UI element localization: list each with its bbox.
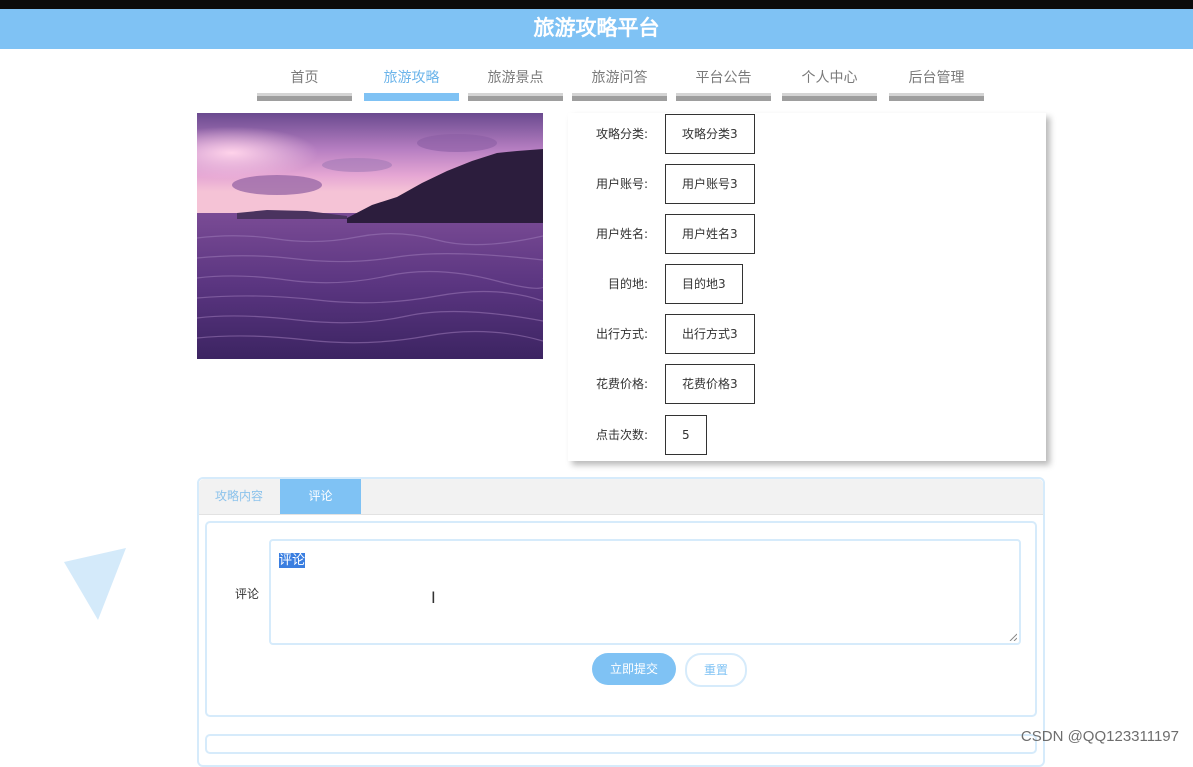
comment-textarea[interactable]: 评论 — [269, 539, 1021, 645]
decorative-triangle-icon — [64, 548, 126, 620]
field-value: 攻略分类3 — [665, 114, 755, 154]
guide-details-panel: 攻略分类: 攻略分类3 用户账号: 用户账号3 用户姓名: 用户姓名3 目的地:… — [568, 113, 1046, 461]
watermark: CSDN @QQ123311197 — [1020, 728, 1179, 745]
guide-cover-image — [197, 113, 543, 359]
nav-item-underline — [572, 93, 667, 101]
field-label: 攻略分类: — [595, 127, 648, 141]
nav-item-label: 平台公告 — [695, 70, 752, 86]
site-title: 旅游攻略平台 — [533, 16, 660, 40]
resize-grip-icon[interactable] — [1009, 633, 1017, 641]
tab-guide-content[interactable]: 攻略内容 — [199, 479, 279, 514]
reset-button[interactable]: 重置 — [685, 653, 747, 687]
comment-form: 评论 评论 Ⅰ 立即提交 重置 — [205, 521, 1037, 717]
field-label: 出行方式: — [595, 327, 648, 341]
nav-item-underline — [364, 93, 459, 101]
field-label: 用户账号: — [595, 177, 648, 191]
nav-item-travel-guides[interactable]: 旅游攻略 — [364, 66, 459, 104]
nav-item-label: 个人中心 — [801, 70, 858, 86]
field-value: 花费价格3 — [665, 364, 755, 404]
tabs-header: 攻略内容 评论 — [199, 479, 1043, 515]
nav-item-underline — [676, 93, 771, 101]
nav-item-underline — [468, 93, 563, 101]
nav-item-attractions[interactable]: 旅游景点 — [468, 66, 563, 104]
submit-button[interactable]: 立即提交 — [592, 653, 676, 685]
text-cursor-icon: Ⅰ — [431, 588, 436, 607]
nav-item-home[interactable]: 首页 — [257, 66, 352, 104]
comment-list-container — [205, 734, 1037, 754]
nav-item-admin[interactable]: 后台管理 — [889, 66, 984, 104]
field-label: 点击次数: — [595, 428, 648, 442]
field-value: 5 — [665, 415, 707, 455]
window-top-bar — [0, 0, 1193, 9]
nav-item-underline — [257, 93, 352, 101]
field-label: 花费价格: — [595, 377, 648, 391]
field-value: 用户账号3 — [665, 164, 755, 204]
field-label: 用户姓名: — [595, 227, 648, 241]
nav-item-label: 旅游问答 — [591, 70, 648, 86]
field-value: 出行方式3 — [665, 314, 755, 354]
nav-item-label: 首页 — [290, 70, 319, 86]
nav-item-label: 旅游攻略 — [383, 70, 440, 86]
site-header: 旅游攻略平台 — [0, 9, 1193, 49]
field-value: 目的地3 — [665, 264, 743, 304]
nav-item-announcements[interactable]: 平台公告 — [676, 66, 771, 104]
nav-item-underline — [889, 93, 984, 101]
nav-item-profile[interactable]: 个人中心 — [782, 66, 877, 104]
nav-item-qa[interactable]: 旅游问答 — [572, 66, 667, 104]
comment-label: 评论 — [235, 587, 260, 601]
comment-text-selected: 评论 — [279, 553, 306, 568]
nav-item-underline — [782, 93, 877, 101]
nav-item-label: 旅游景点 — [487, 70, 544, 86]
tab-comments[interactable]: 评论 — [280, 479, 361, 514]
field-value: 用户姓名3 — [665, 214, 755, 254]
main-nav: 首页 旅游攻略 旅游景点 旅游问答 平台公告 个人中心 后台管理 — [0, 66, 1193, 106]
field-label: 目的地: — [607, 277, 648, 291]
content-tabs: 攻略内容 评论 评论 评论 Ⅰ 立即提交 重置 — [197, 477, 1045, 767]
nav-item-label: 后台管理 — [908, 70, 965, 86]
